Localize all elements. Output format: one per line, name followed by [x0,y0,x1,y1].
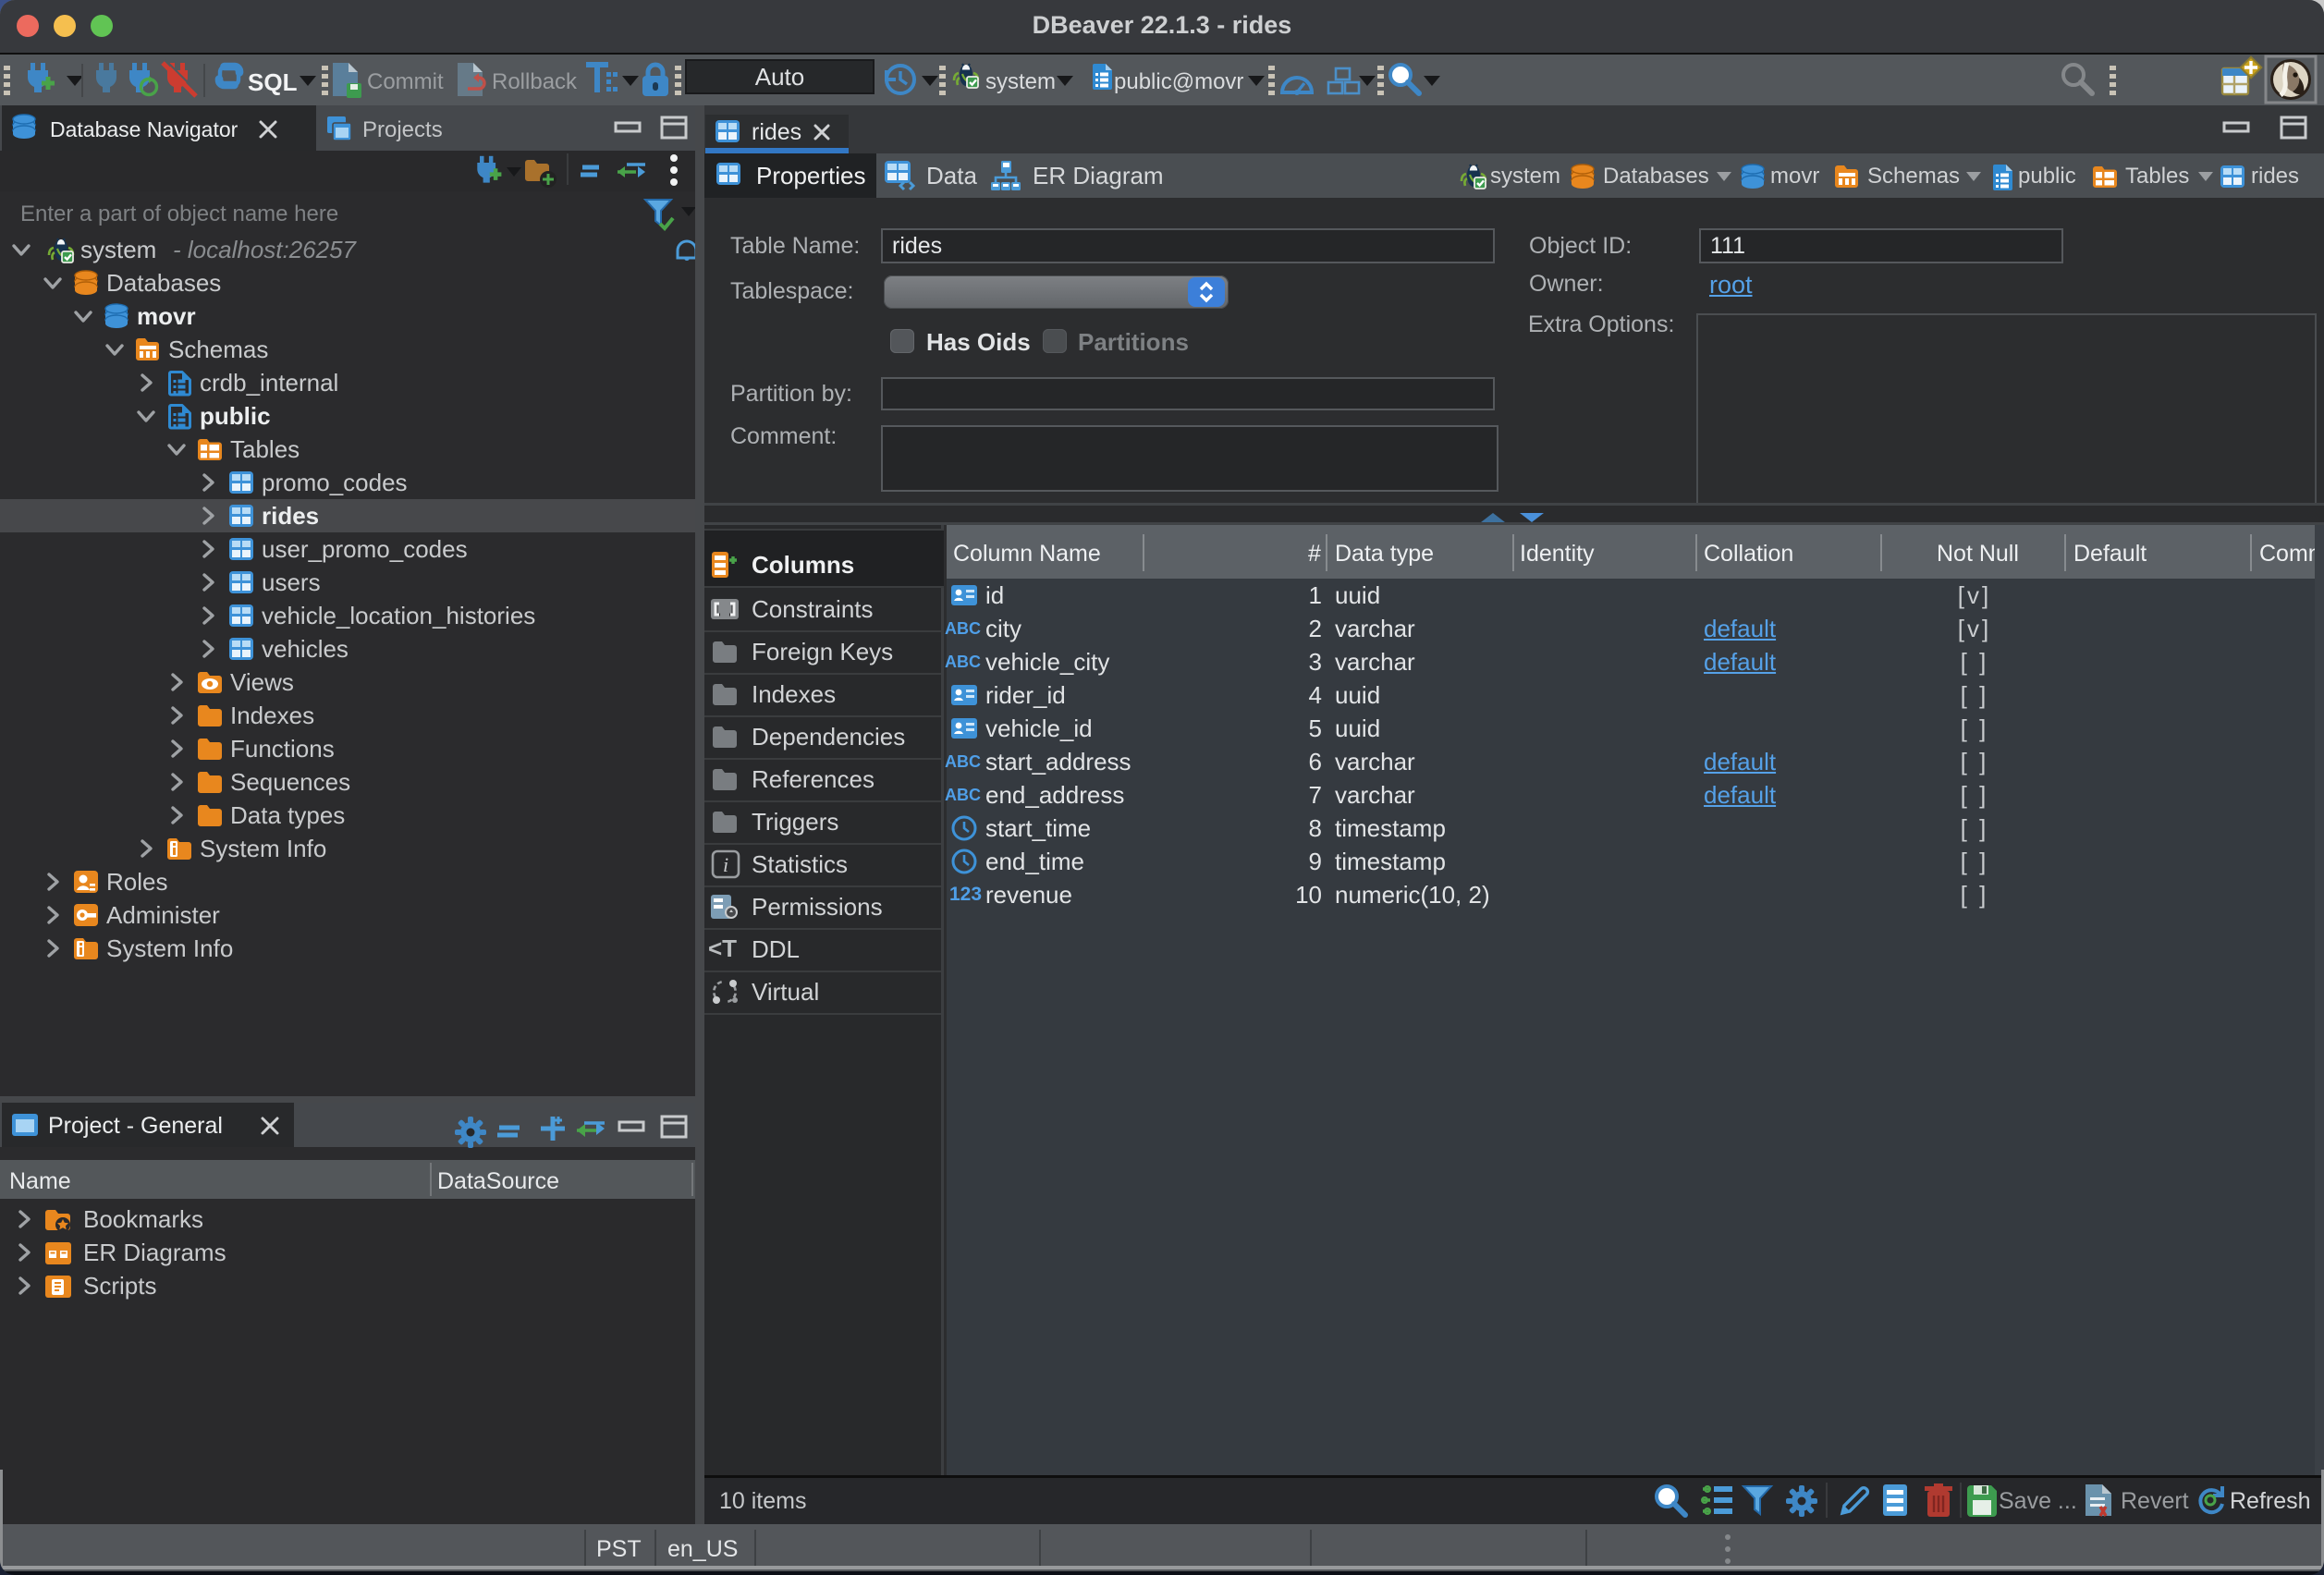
svg-text:i: i [723,853,728,876]
